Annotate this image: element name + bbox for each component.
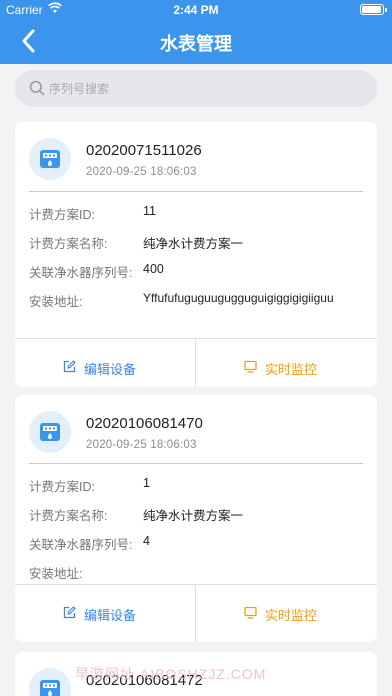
- edit-device-button[interactable]: 编辑设备: [15, 339, 195, 387]
- device-card-header: 02020106081470 2020-09-25 18:06:03: [15, 395, 377, 464]
- plan-id-label: 计费方案ID:: [29, 480, 95, 494]
- address-value: Yffufufuguguuguggugui​giggigigiiguu: [143, 291, 334, 305]
- device-serial: 02020071511026: [86, 142, 202, 159]
- purifier-serial-value: 400: [143, 262, 164, 276]
- battery-icon: [360, 4, 387, 15]
- device-card-header: 02020071511026 2020-09-25 18:06:03: [15, 122, 377, 192]
- water-meter-icon: [29, 411, 71, 453]
- device-actions: 编辑设备 实时监控: [15, 338, 377, 387]
- search-icon: [29, 80, 45, 96]
- plan-id-value: 1: [143, 476, 150, 490]
- purifier-serial-value: 4: [143, 534, 150, 548]
- detail-row-plan-name: 计费方案名称: 纯净水计费方案一: [15, 497, 377, 526]
- monitor-icon: [244, 360, 257, 373]
- purifier-serial-label: 关联净水器序列号:: [29, 266, 133, 280]
- edit-device-button[interactable]: 编辑设备: [15, 585, 195, 642]
- device-details: 计费方案ID: 11 计费方案名称: 纯净水计费方案一 关联净水器序列号: 40…: [15, 192, 377, 338]
- device-date: 2020-09-25 18:06:03: [86, 166, 197, 178]
- water-meter-icon: [29, 668, 71, 696]
- device-card: 02020106081470 2020-09-25 18:06:03 计费方案I…: [15, 395, 377, 642]
- address-label: 安装地址:: [29, 295, 83, 309]
- clock: 2:44 PM: [173, 3, 219, 17]
- plan-id-label: 计费方案ID:: [29, 208, 95, 222]
- edit-icon: [63, 360, 76, 373]
- status-bar: Carrier 2:44 PM: [0, 0, 392, 20]
- navigation-bar: Carrier 2:44 PM 水表管理: [0, 0, 392, 64]
- edit-device-label: 编辑设备: [84, 362, 137, 377]
- plan-name-value: 纯净水计费方案一: [143, 509, 244, 523]
- realtime-monitor-button[interactable]: 实时监控: [196, 585, 376, 642]
- edit-device-label: 编辑设备: [84, 608, 137, 623]
- plan-name-label: 计费方案名称:: [29, 509, 108, 523]
- detail-row-address: 安装地址:: [15, 555, 377, 584]
- plan-name-label: 计费方案名称:: [29, 237, 108, 251]
- detail-row-plan-id: 计费方案ID: 11: [15, 196, 377, 225]
- address-label: 安装地址:: [29, 567, 83, 581]
- search-bar[interactable]: [15, 70, 377, 107]
- detail-row-address: 安装地址: Yffufufuguguuguggugui​giggigigiigu…: [15, 283, 377, 312]
- watermark: 早游网址 AIBOSHZJZ.COM: [75, 666, 267, 682]
- device-details: 计费方案ID: 1 计费方案名称: 纯净水计费方案一 关联净水器序列号: 4 安…: [15, 464, 377, 584]
- plan-id-value: 11: [143, 204, 156, 218]
- device-date: 2020-09-25 18:06:03: [86, 439, 197, 451]
- detail-row-purifier-serial: 关联净水器序列号: 400: [15, 254, 377, 283]
- page-title: 水表管理: [160, 34, 232, 54]
- detail-row-purifier-serial: 关联净水器序列号: 4: [15, 526, 377, 555]
- purifier-serial-label: 关联净水器序列号:: [29, 538, 133, 552]
- device-actions: 编辑设备 实时监控: [15, 584, 377, 642]
- search-input[interactable]: [49, 70, 359, 107]
- plan-name-value: 纯净水计费方案一: [143, 237, 244, 251]
- monitor-icon: [244, 606, 257, 619]
- device-card: 02020071511026 2020-09-25 18:06:03 计费方案I…: [15, 122, 377, 387]
- realtime-monitor-label: 实时监控: [265, 608, 318, 623]
- edit-icon: [63, 606, 76, 619]
- water-meter-icon: [29, 138, 71, 180]
- realtime-monitor-label: 实时监控: [265, 362, 318, 377]
- realtime-monitor-button[interactable]: 实时监控: [196, 339, 376, 387]
- device-serial: 02020106081470: [86, 415, 203, 432]
- detail-row-plan-id: 计费方案ID: 1: [15, 468, 377, 497]
- detail-row-plan-name: 计费方案名称: 纯净水计费方案一: [15, 225, 377, 254]
